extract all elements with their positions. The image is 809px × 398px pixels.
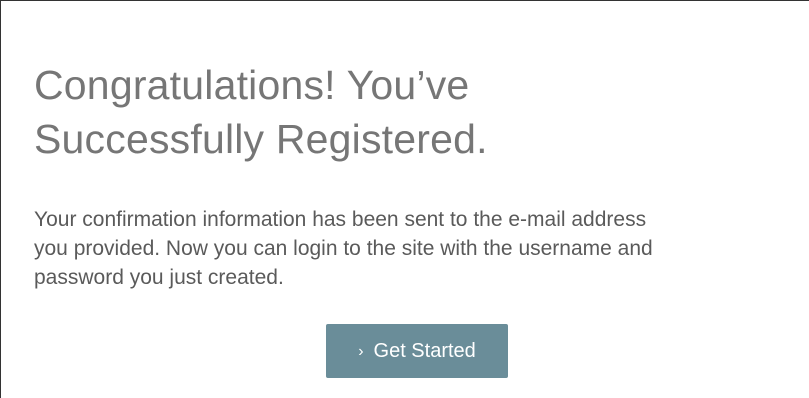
page-title: Congratulations! You’ve Successfully Reg…: [34, 58, 794, 166]
confirmation-message: Your confirmation information has been s…: [34, 205, 809, 292]
confirmation-message-line-1: Your confirmation information has been s…: [34, 208, 647, 231]
confirmation-message-line-2: you provided. Now you can login to the s…: [34, 237, 653, 260]
get-started-label: Get Started: [373, 339, 476, 362]
get-started-button[interactable]: › Get Started: [326, 324, 508, 378]
confirmation-message-line-3: password you just created.: [34, 266, 284, 289]
page-title-line-2: Successfully Registered.: [34, 116, 488, 162]
page-title-line-1: Congratulations! You’ve: [34, 62, 470, 108]
chevron-right-icon: ›: [358, 343, 364, 360]
registration-success-panel: Congratulations! You’ve Successfully Reg…: [0, 0, 809, 398]
